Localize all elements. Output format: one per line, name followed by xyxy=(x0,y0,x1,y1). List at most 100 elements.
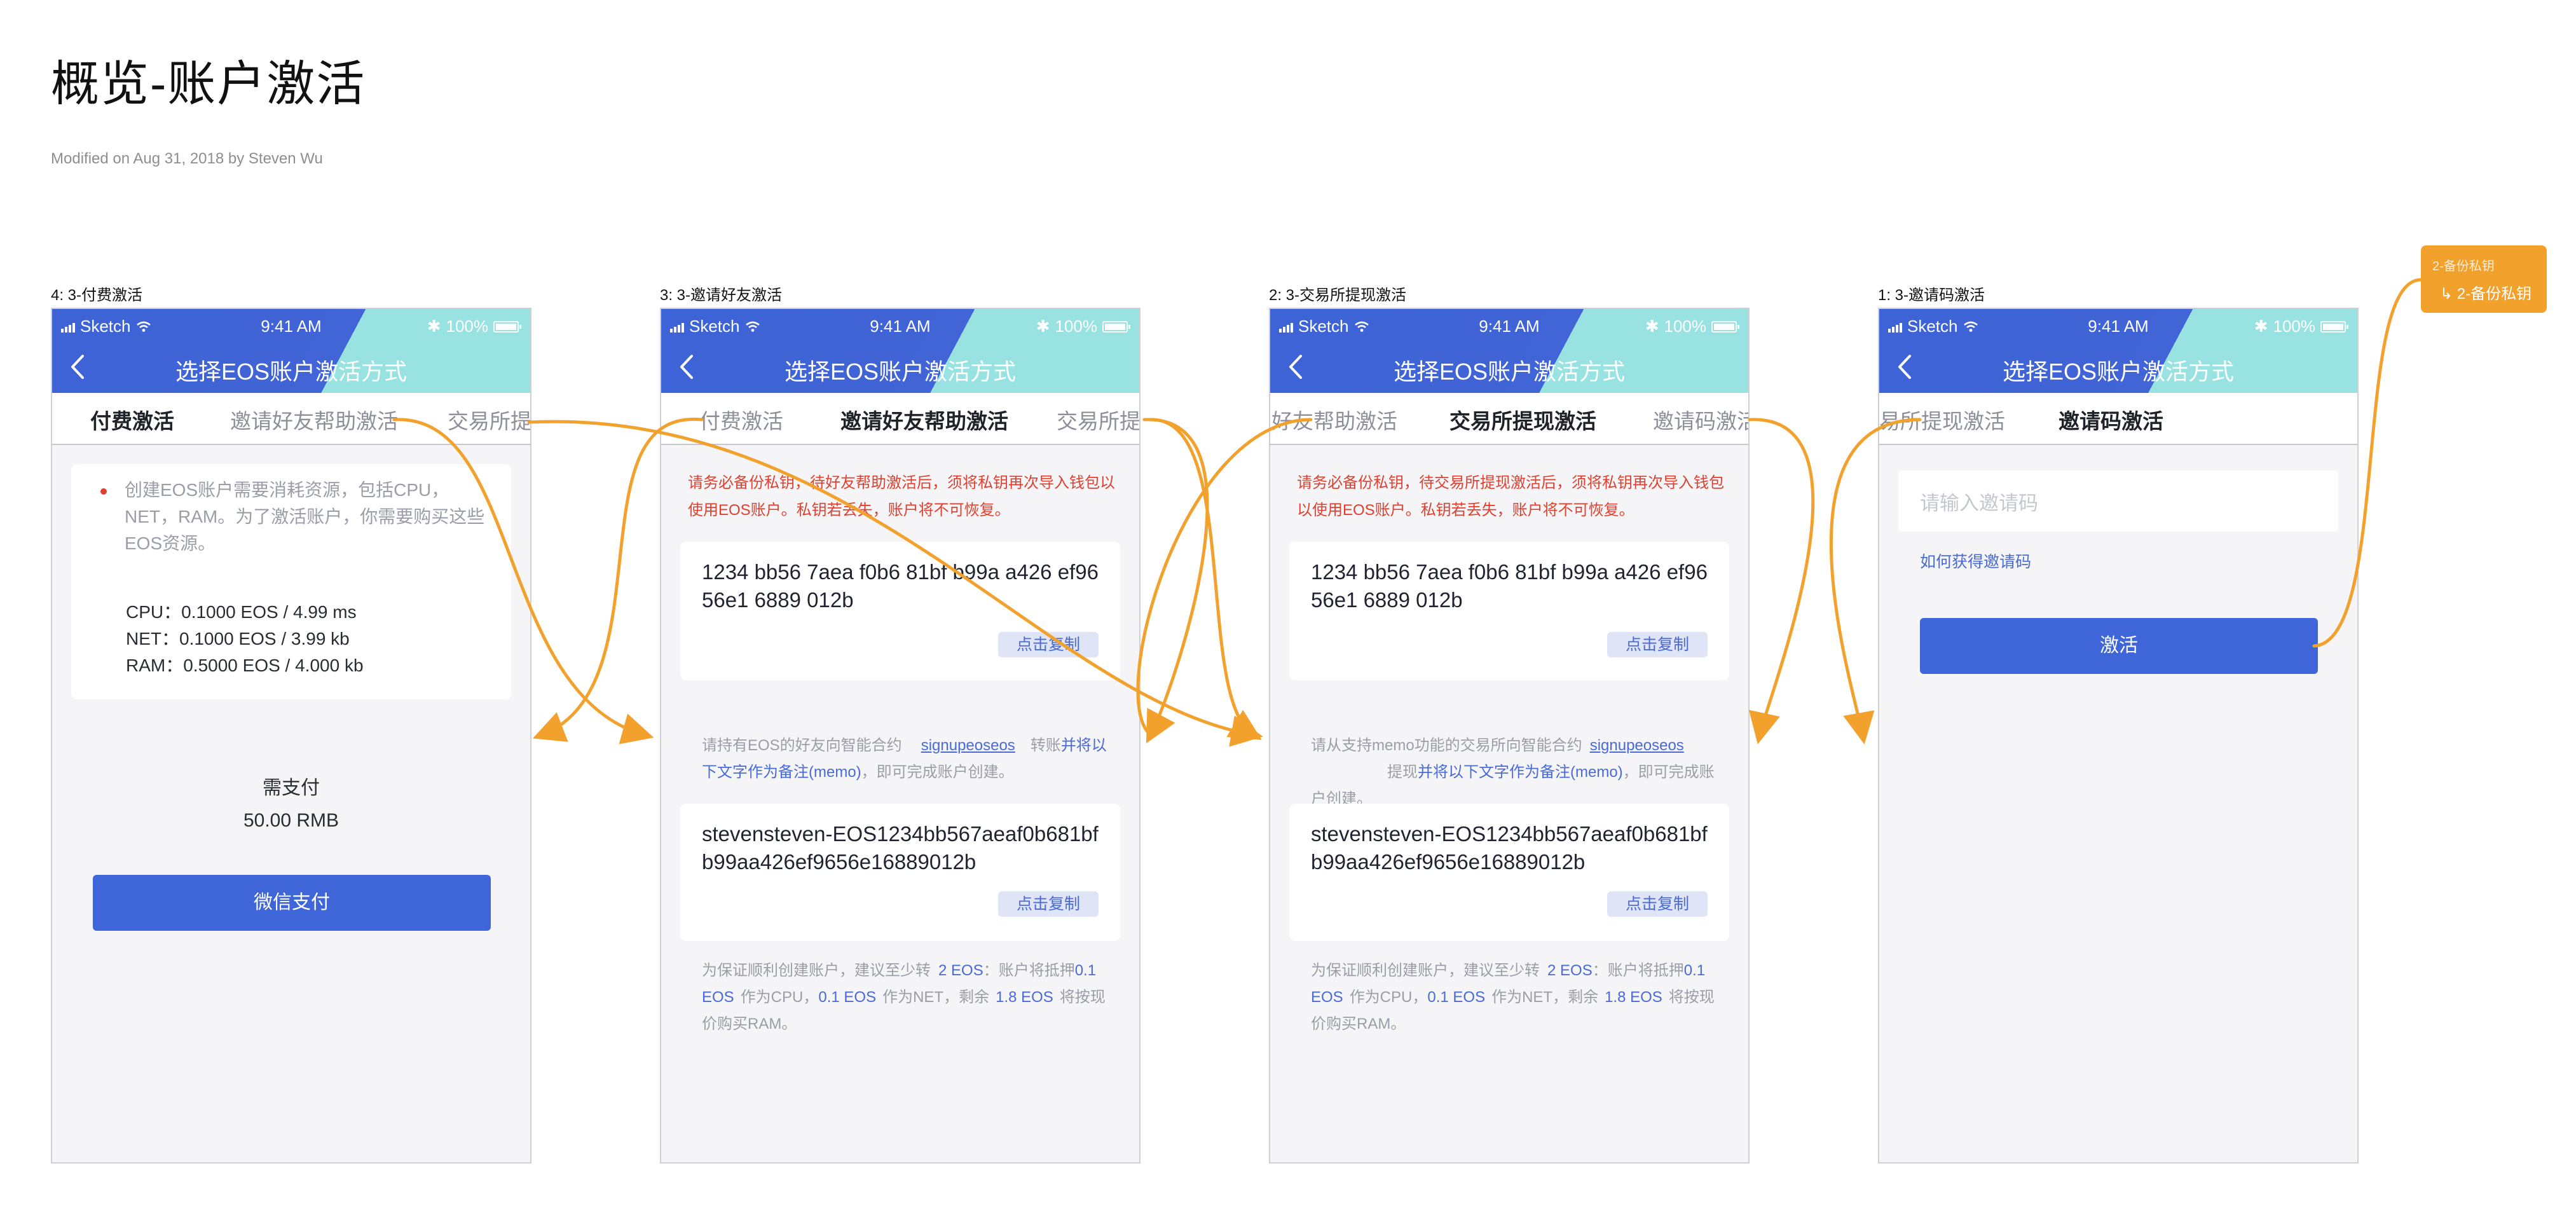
status-bar: Sketch 9:41 AM ✱ 100% xyxy=(1270,309,1748,341)
nav-title: 选择EOS账户激活方式 xyxy=(2002,359,2235,385)
tip-value: 1.8 EOS xyxy=(1605,989,1662,1006)
memo-card: stevensteven-EOS1234bb567aeaf0b681bfb99a… xyxy=(1289,804,1729,941)
bluetooth-icon: ✱ xyxy=(1645,317,1659,336)
resource-card: 创建EOS账户需要消耗资源，包括CPU，NET，RAM。为了激活账户，你需要购买… xyxy=(71,464,511,699)
wechat-pay-button[interactable]: 微信支付 xyxy=(93,875,491,931)
withdraw-instruction: 请从支持memo功能的交易所向智能合约 signupeoseos 提现并将以下文字作… xyxy=(1311,732,1718,813)
flow-link xyxy=(1142,418,1209,744)
tab-exchange[interactable]: 交易所提 xyxy=(448,404,530,435)
tab-paid[interactable]: 付费激活 xyxy=(699,404,783,435)
activation-tabs: 付费激活 邀请好友帮助激活 交易所提 xyxy=(661,393,1139,445)
private-key-card: 1234 bb56 7aea f0b6 81bf b99a a426 ef96 … xyxy=(680,542,1120,680)
tab-invite-friend[interactable]: 好友帮助激活 xyxy=(1271,404,1397,435)
nav-title: 选择EOS账户激活方式 xyxy=(1393,359,1626,385)
activation-tabs: 易所提现激活 邀请码激活 xyxy=(1879,393,2357,445)
contract-link[interactable]: signupeoseos xyxy=(1590,737,1684,754)
contract-link[interactable]: signupeoseos xyxy=(921,737,1015,754)
status-bar: Sketch 9:41 AM ✱ 100% xyxy=(661,309,1139,341)
transfer-tip: 为保证顺利创建账户，建议至少转 2 EOS：账户将抵押0.1 EOS 作为CPU，0… xyxy=(702,957,1109,1038)
battery-percent: 100% xyxy=(2273,317,2316,336)
battery-icon xyxy=(1102,320,1130,333)
tab-invite-friend[interactable]: 邀请好友帮助激活 xyxy=(840,404,1008,435)
flow-link xyxy=(1748,418,1815,745)
pay-amount: 50.00 RMB xyxy=(243,810,339,831)
copy-memo-button[interactable]: 点击复制 xyxy=(998,891,1099,917)
flow-note-link[interactable]: ↳ 2-备份私钥 xyxy=(2440,281,2531,303)
backup-warning: 请务必备份私钥，待交易所提现激活后，须将私钥再次导入钱包以使用EOS账户。私钥若… xyxy=(1297,474,1724,519)
bluetooth-icon: ✱ xyxy=(2254,317,2268,336)
screen-invite-friend: Sketch 9:41 AM ✱ 100% 选择EOS账户激活方式 付费激活 邀… xyxy=(660,308,1141,1163)
tab-exchange[interactable]: 易所提现激活 xyxy=(1879,404,2005,435)
page-meta: Modified on Aug 31, 2018 by Steven Wu xyxy=(51,150,323,167)
nav-bar: 选择EOS账户激活方式 xyxy=(1879,346,2357,390)
battery-icon xyxy=(493,320,521,333)
battery-icon xyxy=(2320,320,2348,333)
tab-invite-friend[interactable]: 邀请好友帮助激活 xyxy=(230,404,398,435)
tip-text: ：账户将抵押 xyxy=(983,962,1075,979)
screen-invite-code: Sketch 9:41 AM ✱ 100% 选择EOS账户激活方式 易所提现激活… xyxy=(1878,308,2359,1163)
tab-invite-code[interactable]: 邀请码激活 xyxy=(1653,404,1748,435)
activation-tabs: 好友帮助激活 交易所提现激活 邀请码激活 xyxy=(1270,393,1748,445)
tip-value: 2 EOS xyxy=(938,962,983,979)
tip-text: 为保证顺利创建账户，建议至少转 xyxy=(1311,962,1540,979)
artboard-label-invite-friend: 3: 3-邀请好友激活 xyxy=(660,287,783,304)
tip-text: 作为NET，剩余 xyxy=(882,989,990,1006)
screen-paid-activation: Sketch 9:41 AM ✱ 100% 选择EOS账户激活方式 付费激活 邀… xyxy=(51,308,531,1163)
how-to-get-code-link[interactable]: 如何获得邀请码 xyxy=(1920,549,2031,572)
artboard-label-invite-code: 1: 3-邀请码激活 xyxy=(1878,287,1985,304)
instruction-highlight: 并将以下文字作为备注(memo) xyxy=(1418,764,1623,781)
ram-cost: RAM：0.5000 EOS / 4.000 kb xyxy=(126,655,364,675)
header: Sketch 9:41 AM ✱ 100% 选择EOS账户激活方式 xyxy=(52,309,530,393)
nav-title: 选择EOS账户激活方式 xyxy=(175,359,408,385)
net-cost: NET：0.1000 EOS / 3.99 kb xyxy=(126,629,350,649)
private-key: 1234 bb56 7aea f0b6 81bf b99a a426 ef96 … xyxy=(702,560,1099,612)
flow-note-title: 2-备份私钥 xyxy=(2432,259,2495,273)
copy-key-button[interactable]: 点击复制 xyxy=(1607,632,1708,657)
bluetooth-icon: ✱ xyxy=(427,317,441,336)
invite-code-field[interactable]: 请输入邀请码 xyxy=(1898,470,2338,532)
tip-value: 2 EOS xyxy=(1547,962,1593,979)
nav-bar: 选择EOS账户激活方式 xyxy=(661,346,1139,390)
screen-exchange-withdraw: Sketch 9:41 AM ✱ 100% 选择EOS账户激活方式 好友帮助激活… xyxy=(1269,308,1750,1163)
tip-value: 1.8 EOS xyxy=(996,989,1053,1006)
flow-link xyxy=(1150,418,1262,740)
status-bar: Sketch 9:41 AM ✱ 100% xyxy=(1879,309,2357,341)
tab-invite-code[interactable]: 邀请码激活 xyxy=(2059,404,2163,435)
artboard-label-exchange: 2: 3-交易所提现激活 xyxy=(1269,287,1407,304)
header: Sketch 9:41 AM ✱ 100% 选择EOS账户激活方式 xyxy=(1879,309,2357,393)
tip-text: 作为CPU， xyxy=(1349,989,1428,1006)
pay-label: 需支付 xyxy=(263,778,320,799)
header: Sketch 9:41 AM ✱ 100% 选择EOS账户激活方式 xyxy=(1270,309,1748,393)
instruction-text: 请从支持memo功能的交易所向智能合约 xyxy=(1311,737,1582,754)
instruction-text: 提现 xyxy=(1387,764,1418,781)
memo-text: stevensteven-EOS1234bb567aeaf0b681bfb99a… xyxy=(1311,822,1708,874)
backup-warning: 请务必备份私钥，待好友帮助激活后，须将私钥再次导入钱包以使用EOS账户。私钥若丢… xyxy=(688,474,1115,519)
flow-target-note[interactable]: 2-备份私钥 ↳ 2-备份私钥 xyxy=(2421,245,2547,313)
tip-text: 作为CPU， xyxy=(740,989,819,1006)
instruction-text: 请持有EOS的好友向智能合约 xyxy=(702,737,902,754)
status-bar: Sketch 9:41 AM ✱ 100% xyxy=(52,309,530,341)
tip-value: 0.1 EOS xyxy=(1427,989,1486,1006)
memo-text: stevensteven-EOS1234bb567aeaf0b681bfb99a… xyxy=(702,822,1099,874)
memo-card: stevensteven-EOS1234bb567aeaf0b681bfb99a… xyxy=(680,804,1120,941)
private-key-card: 1234 bb56 7aea f0b6 81bf b99a a426 ef96 … xyxy=(1289,542,1729,680)
nav-title: 选择EOS账户激活方式 xyxy=(784,359,1017,385)
copy-memo-button[interactable]: 点击复制 xyxy=(1607,891,1708,917)
nav-bar: 选择EOS账户激活方式 xyxy=(1270,346,1748,390)
transfer-instruction: 请持有EOS的好友向智能合约 signupeoseos 转账并将以下文字作为备注(m… xyxy=(702,732,1109,786)
instruction-text: ，即可完成账户创建。 xyxy=(861,764,1014,781)
battery-percent: 100% xyxy=(1664,317,1707,336)
header: Sketch 9:41 AM ✱ 100% 选择EOS账户激活方式 xyxy=(661,309,1139,393)
nav-bar: 选择EOS账户激活方式 xyxy=(52,346,530,390)
tip-text: 为保证顺利创建账户，建议至少转 xyxy=(702,962,931,979)
tip-value: 0.1 EOS xyxy=(818,989,877,1006)
tab-exchange[interactable]: 交易所提现激活 xyxy=(1449,404,1596,435)
tab-exchange[interactable]: 交易所提 xyxy=(1057,404,1139,435)
activate-button[interactable]: 激活 xyxy=(1920,618,2318,674)
private-key: 1234 bb56 7aea f0b6 81bf b99a a426 ef96 … xyxy=(1311,560,1708,612)
copy-key-button[interactable]: 点击复制 xyxy=(998,632,1099,657)
tab-paid[interactable]: 付费激活 xyxy=(90,404,174,435)
battery-icon xyxy=(1711,320,1739,333)
battery-percent: 100% xyxy=(446,317,489,336)
activation-tabs: 付费激活 邀请好友帮助激活 交易所提 xyxy=(52,393,530,445)
